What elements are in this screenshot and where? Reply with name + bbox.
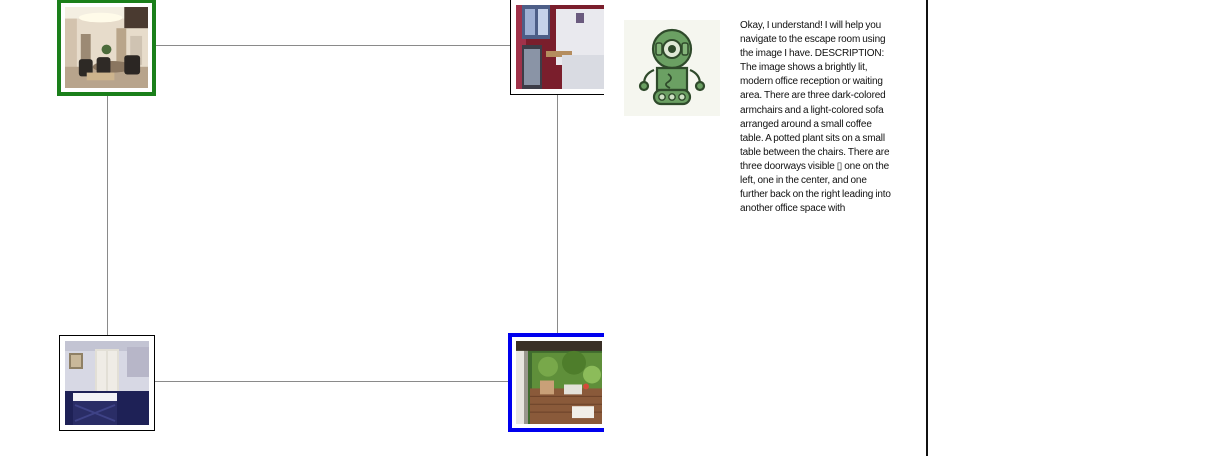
porch-room-photo bbox=[516, 341, 602, 424]
connection-reception-kitchen bbox=[155, 45, 511, 46]
room-node-bedroom[interactable] bbox=[59, 335, 155, 431]
room-node-kitchen[interactable] bbox=[510, 0, 604, 95]
assistant-message: Okay, I understand! I will help you navi… bbox=[740, 20, 891, 215]
bedroom-room-photo bbox=[65, 341, 149, 425]
room-node-porch[interactable] bbox=[508, 333, 604, 432]
room-node-reception[interactable] bbox=[57, 0, 156, 96]
robot-icon bbox=[638, 28, 706, 106]
panel-divider bbox=[926, 0, 928, 456]
assistant-avatar bbox=[624, 20, 720, 116]
reception-room-photo bbox=[65, 7, 148, 88]
connection-bedroom-porch bbox=[155, 381, 510, 382]
connection-kitchen-porch bbox=[557, 95, 558, 334]
kitchen-room-photo bbox=[516, 5, 604, 89]
room-map bbox=[0, 0, 604, 456]
connection-reception-bedroom bbox=[107, 95, 108, 336]
